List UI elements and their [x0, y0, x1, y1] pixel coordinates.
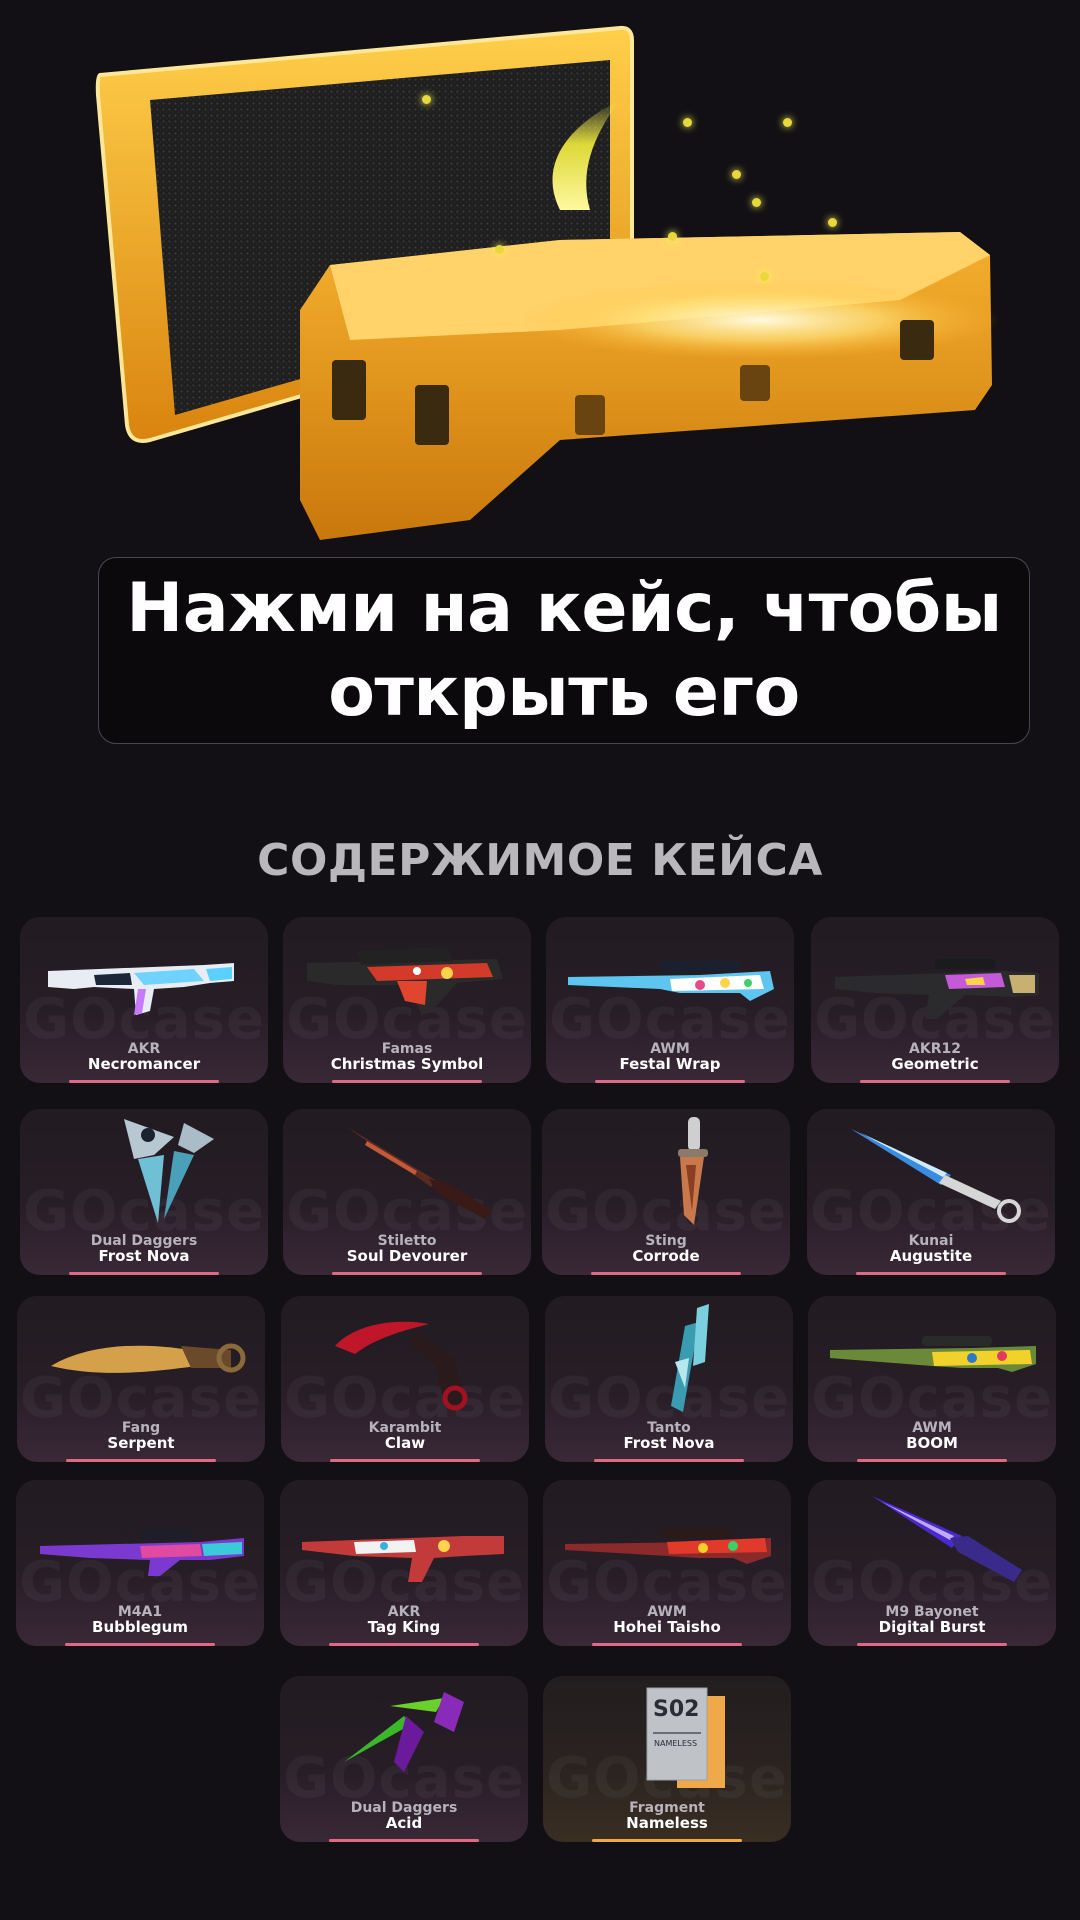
item-card[interactable]: GOcase Sting Corrode	[542, 1109, 790, 1275]
item-card[interactable]: GOcase Kunai Augustite	[807, 1109, 1055, 1275]
item-card[interactable]: GOcase AKR Necromancer	[20, 917, 268, 1083]
item-skin: Serpent	[107, 1434, 175, 1452]
item-label: Tanto Frost Nova	[545, 1421, 793, 1451]
item-card[interactable]: GOcase Fang Serpent	[17, 1296, 265, 1462]
case-illustration	[95, 25, 1000, 540]
m9-bayonet-digital-burst-icon	[872, 1496, 1022, 1582]
item-skin: Augustite	[889, 1247, 973, 1265]
item-skin: Nameless	[626, 1814, 708, 1832]
fragment-title: S02	[653, 1697, 699, 1722]
item-skin: Christmas Symbol	[330, 1055, 484, 1073]
rarity-bar	[592, 1643, 742, 1646]
rarity-bar	[330, 1459, 480, 1462]
item-card[interactable]: GOcase Karambit Claw	[281, 1296, 529, 1462]
item-label: AKR12 Geometric	[811, 1042, 1059, 1072]
m4a1-bubblegum-icon	[40, 1530, 244, 1576]
item-card[interactable]: GOcase Dual Daggers Acid	[280, 1676, 528, 1842]
rarity-bar	[594, 1459, 744, 1462]
item-card[interactable]: GOcase AKR12 Geometric	[811, 917, 1059, 1083]
case-box[interactable]	[0, 0, 1080, 550]
rarity-bar	[595, 1080, 745, 1083]
item-skin: Frost Nova	[623, 1434, 715, 1452]
rarity-bar	[592, 1839, 742, 1842]
rarity-bar	[857, 1643, 1007, 1646]
item-skin: Hohei Taisho	[613, 1618, 721, 1636]
item-label: AWM BOOM	[808, 1421, 1056, 1451]
item-label: AWM Festal Wrap	[546, 1042, 794, 1072]
stiletto-soul-devourer-icon	[347, 1127, 493, 1219]
karambit-claw-icon	[335, 1321, 468, 1411]
item-label: AKR Tag King	[280, 1605, 528, 1635]
awm-boom-icon	[830, 1336, 1036, 1372]
fang-serpent-icon	[51, 1343, 246, 1373]
rarity-bar	[332, 1272, 482, 1275]
item-card[interactable]: GOcase M9 Bayonet Digital Burst	[808, 1480, 1056, 1646]
awm-festal-wrap-icon	[568, 961, 774, 1001]
item-card[interactable]: GOcase AKR Tag King	[280, 1480, 528, 1646]
item-skin: Bubblegum	[92, 1618, 188, 1636]
item-skin: Geometric	[891, 1055, 979, 1073]
akr-necromancer-icon	[48, 963, 234, 1015]
akr-tag-king-icon	[302, 1536, 504, 1582]
item-label: AWM Hohei Taisho	[543, 1605, 791, 1635]
rarity-bar	[332, 1080, 482, 1083]
rarity-bar	[66, 1459, 216, 1462]
item-skin: Necromancer	[87, 1055, 201, 1073]
banner-line-1: Нажми на кейс, чтобы	[126, 568, 1002, 648]
rarity-bar	[591, 1272, 741, 1275]
item-label: Fragment Nameless	[543, 1801, 791, 1831]
item-card[interactable]: GOcase Tanto Frost Nova	[545, 1296, 793, 1462]
dual-daggers-frost-nova-icon	[124, 1119, 214, 1223]
item-label: AKR Necromancer	[20, 1042, 268, 1072]
rarity-bar	[65, 1643, 215, 1646]
rarity-bar	[69, 1080, 219, 1083]
fragment-nameless-icon: S02 NAMELESS	[646, 1687, 725, 1788]
fragment-name: NAMELESS	[654, 1739, 697, 1748]
item-label: Dual Daggers Frost Nova	[20, 1234, 268, 1264]
item-label: Famas Christmas Symbol	[283, 1042, 531, 1072]
item-label: M9 Bayonet Digital Burst	[808, 1605, 1056, 1635]
rarity-bar	[329, 1643, 479, 1646]
famas-christmas-symbol-icon	[307, 947, 503, 1013]
rarity-bar	[329, 1839, 479, 1842]
item-card[interactable]: GOcase AWM Hohei Taisho	[543, 1480, 791, 1646]
item-card[interactable]: GOcase M4A1 Bubblegum	[16, 1480, 264, 1646]
case-contents-title: СОДЕРЖИМОЕ КЕЙСА	[257, 835, 823, 886]
item-card[interactable]: GOcase Famas Christmas Symbol	[283, 917, 531, 1083]
item-skin: Festal Wrap	[619, 1055, 721, 1073]
item-card[interactable]: GOcase AWM Festal Wrap	[546, 917, 794, 1083]
rarity-bar	[857, 1459, 1007, 1462]
open-case-banner[interactable]: Нажми на кейс, чтобы открыть его	[98, 557, 1030, 744]
item-label: M4A1 Bubblegum	[16, 1605, 264, 1635]
item-skin: Acid	[385, 1814, 423, 1832]
item-skin: Soul Devourer	[346, 1247, 468, 1265]
item-skin: Frost Nova	[98, 1247, 190, 1265]
banner-line-2: открыть его	[328, 652, 800, 732]
kunai-augustite-icon	[851, 1129, 1021, 1223]
akr12-geometric-icon	[835, 959, 1039, 1019]
tanto-frost-nova-icon	[671, 1304, 709, 1412]
rarity-bar	[856, 1272, 1006, 1275]
dual-daggers-acid-icon	[344, 1692, 464, 1772]
item-label: Stiletto Soul Devourer	[283, 1234, 531, 1264]
item-card[interactable]: GOcase AWM BOOM	[808, 1296, 1056, 1462]
item-skin: BOOM	[906, 1434, 958, 1452]
item-skin: Corrode	[632, 1247, 700, 1265]
item-label: Fang Serpent	[17, 1421, 265, 1451]
item-skin: Claw	[384, 1434, 426, 1452]
item-skin: Digital Burst	[878, 1618, 986, 1636]
rarity-bar	[69, 1272, 219, 1275]
item-card[interactable]: GOcase S02 NAMELESS Fragment Nameless	[543, 1676, 791, 1842]
item-label: Dual Daggers Acid	[280, 1801, 528, 1831]
item-card[interactable]: GOcase Stiletto Soul Devourer	[283, 1109, 531, 1275]
awm-hohei-taisho-icon	[565, 1528, 771, 1564]
item-skin: Tag King	[367, 1618, 441, 1636]
item-label: Sting Corrode	[542, 1234, 790, 1264]
item-label: Karambit Claw	[281, 1421, 529, 1451]
item-label: Kunai Augustite	[807, 1234, 1055, 1264]
sting-corrode-icon	[678, 1117, 708, 1225]
item-card[interactable]: GOcase Dual Daggers Frost Nova	[20, 1109, 268, 1275]
rarity-bar	[860, 1080, 1010, 1083]
